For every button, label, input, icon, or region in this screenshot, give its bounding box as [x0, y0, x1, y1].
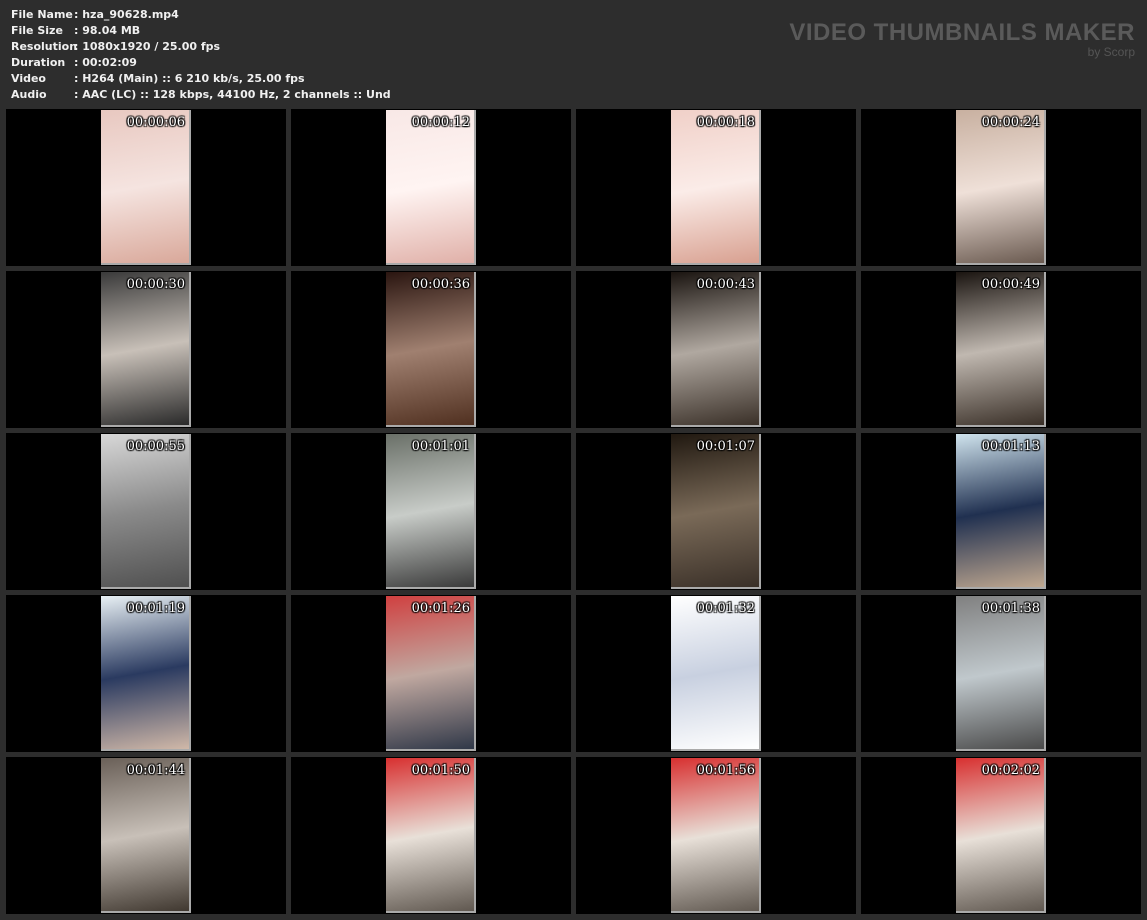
info-row: Duration : 00:02:09 — [11, 55, 391, 71]
thumbnail-image[interactable] — [101, 596, 191, 751]
thumbnail-cell[interactable]: 00:01:13 — [861, 433, 1141, 590]
thumbnail-cell[interactable]: 00:00:06 — [6, 109, 286, 266]
info-row: File Name: hza_90628.mp4 — [11, 7, 391, 23]
thumbnail-image[interactable] — [101, 272, 191, 427]
timestamp-label: 00:00:06 — [126, 115, 185, 130]
timestamp-label: 00:00:49 — [981, 277, 1040, 292]
timestamp-label: 00:01:01 — [411, 439, 470, 454]
info-value: : 1080x1920 / 25.00 fps — [74, 40, 221, 53]
thumbnail-cell[interactable]: 00:00:18 — [576, 109, 856, 266]
info-label: Resolution — [11, 40, 78, 53]
timestamp-label: 00:00:43 — [696, 277, 755, 292]
timestamp-label: 00:01:19 — [126, 601, 185, 616]
info-label: Video — [11, 72, 46, 85]
thumbnail-grid: 00:00:06 00:00:12 00:00:18 00:00:24 00:00:30… — [6, 109, 1141, 914]
thumbnail-cell[interactable]: 00:01:50 — [291, 757, 571, 914]
thumbnail-cell[interactable]: 00:01:26 — [291, 595, 571, 752]
brand-logo: VIDEO THUMBNAILS MAKER by Scorp — [789, 19, 1135, 59]
thumbnail-cell[interactable]: 00:00:49 — [861, 271, 1141, 428]
info-value: : 00:02:09 — [74, 56, 137, 69]
timestamp-label: 00:02:02 — [981, 763, 1040, 778]
info-row: File Size : 98.04 MB — [11, 23, 391, 39]
info-row: Video : H264 (Main) :: 6 210 kb/s, 25.00 … — [11, 71, 391, 87]
info-row: Audio : AAC (LC) :: 128 kbps, 44100 Hz, 2… — [11, 87, 391, 103]
timestamp-label: 00:01:32 — [696, 601, 755, 616]
thumbnail-image[interactable] — [101, 434, 191, 589]
thumbnail-cell[interactable]: 00:01:32 — [576, 595, 856, 752]
timestamp-label: 00:01:44 — [126, 763, 185, 778]
timestamp-label: 00:01:38 — [981, 601, 1040, 616]
info-label: File Size — [11, 24, 63, 37]
thumbnail-cell[interactable]: 00:01:38 — [861, 595, 1141, 752]
info-value: : 98.04 MB — [74, 24, 141, 37]
thumbnail-cell[interactable]: 00:00:36 — [291, 271, 571, 428]
thumbnail-image[interactable] — [956, 596, 1046, 751]
info-value: : H264 (Main) :: 6 210 kb/s, 25.00 fps — [74, 72, 305, 85]
thumbnail-image[interactable] — [956, 272, 1046, 427]
info-label: File Name — [11, 8, 73, 21]
thumbnail-image[interactable] — [671, 272, 761, 427]
timestamp-label: 00:01:56 — [696, 763, 755, 778]
timestamp-label: 00:00:12 — [411, 115, 470, 130]
thumbnail-cell[interactable]: 00:00:24 — [861, 109, 1141, 266]
info-value: : hza_90628.mp4 — [74, 8, 179, 21]
timestamp-label: 00:01:26 — [411, 601, 470, 616]
info-label: Duration — [11, 56, 66, 69]
thumbnail-cell[interactable]: 00:00:30 — [6, 271, 286, 428]
timestamp-label: 00:01:13 — [981, 439, 1040, 454]
timestamp-label: 00:00:18 — [696, 115, 755, 130]
thumbnail-image[interactable] — [671, 110, 761, 265]
file-info-panel: File Name: hza_90628.mp4 File Size: 98.04… — [11, 7, 391, 103]
info-label: Audio — [11, 88, 47, 101]
thumbnail-image[interactable] — [671, 596, 761, 751]
thumbnail-cell[interactable]: 00:01:07 — [576, 433, 856, 590]
thumbnail-cell[interactable]: 00:01:44 — [6, 757, 286, 914]
thumbnail-cell[interactable]: 00:01:56 — [576, 757, 856, 914]
timestamp-label: 00:00:30 — [126, 277, 185, 292]
info-value: : AAC (LC) :: 128 kbps, 44100 Hz, 2 chan… — [74, 88, 391, 101]
thumbnail-image[interactable] — [386, 434, 476, 589]
thumbnail-image[interactable] — [956, 758, 1046, 913]
thumbnail-image[interactable] — [671, 758, 761, 913]
thumbnail-image[interactable] — [101, 758, 191, 913]
thumbnail-image[interactable] — [386, 272, 476, 427]
brand-subtitle: by Scorp — [1087, 45, 1135, 59]
thumbnail-cell[interactable]: 00:00:55 — [6, 433, 286, 590]
thumbnail-image[interactable] — [101, 110, 191, 265]
brand-title: VIDEO THUMBNAILS MAKER — [789, 19, 1135, 46]
timestamp-label: 00:00:24 — [981, 115, 1040, 130]
thumbnail-cell[interactable]: 00:00:43 — [576, 271, 856, 428]
timestamp-label: 00:01:50 — [411, 763, 470, 778]
thumbnail-image[interactable] — [956, 110, 1046, 265]
timestamp-label: 00:00:36 — [411, 277, 470, 292]
info-row: Resolution: 1080x1920 / 25.00 fps — [11, 39, 391, 55]
thumbnail-cell[interactable]: 00:00:12 — [291, 109, 571, 266]
thumbnail-cell[interactable]: 00:01:19 — [6, 595, 286, 752]
thumbnail-image[interactable] — [671, 434, 761, 589]
timestamp-label: 00:01:07 — [696, 439, 755, 454]
thumbnail-image[interactable] — [956, 434, 1046, 589]
thumbnail-cell[interactable]: 00:01:01 — [291, 433, 571, 590]
timestamp-label: 00:00:55 — [126, 439, 185, 454]
thumbnail-image[interactable] — [386, 110, 476, 265]
thumbnail-cell[interactable]: 00:02:02 — [861, 757, 1141, 914]
thumbnail-image[interactable] — [386, 758, 476, 913]
thumbnail-image[interactable] — [386, 596, 476, 751]
